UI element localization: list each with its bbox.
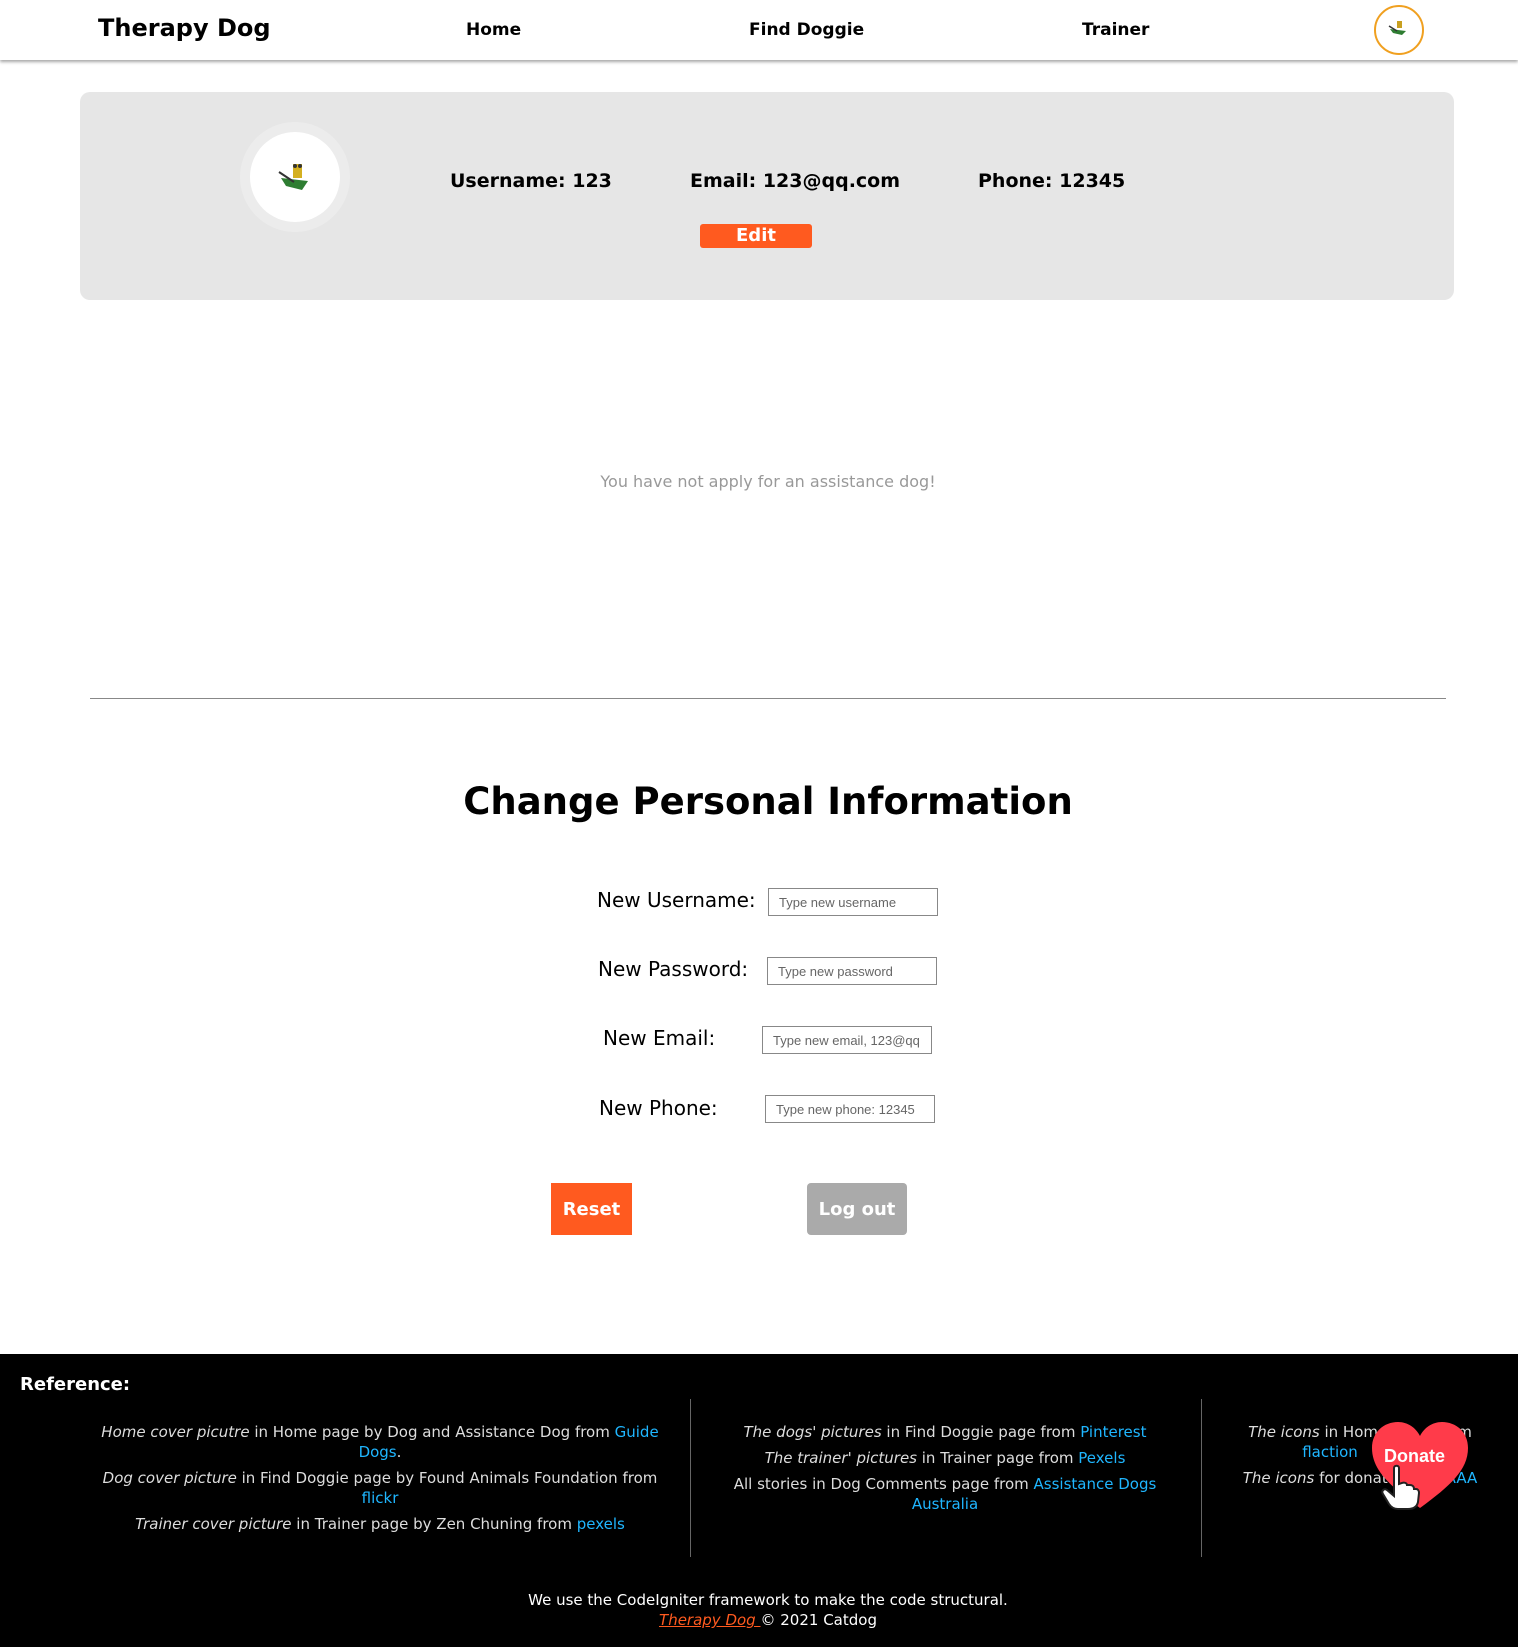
reference-text: in Find Doggie page from <box>881 1423 1081 1441</box>
reference-italic: Home cover picutre <box>101 1423 250 1441</box>
logout-button[interactable]: Log out <box>807 1183 907 1235</box>
footer: Reference: Home cover picutre in Home pa… <box>0 1354 1518 1647</box>
flickr-link[interactable]: flickr <box>362 1489 399 1507</box>
new-username-label: New Username: <box>597 888 756 912</box>
reference-text: in Home page by Dog and Assistance Dog f… <box>249 1423 615 1441</box>
profile-username: Username: 123 <box>450 170 612 192</box>
footer-column-divider <box>1201 1399 1202 1557</box>
flaction-link[interactable]: flaction <box>1302 1443 1358 1461</box>
reference-item: The dogs' pictures in Find Doggie page f… <box>730 1422 1160 1442</box>
reference-italic: Trainer cover picture <box>135 1515 292 1533</box>
top-navbar: Therapy Dog Home Find Doggie Trainer <box>0 0 1518 60</box>
reference-text: in Trainer page from <box>917 1449 1079 1467</box>
user-avatar-button[interactable] <box>1374 5 1424 55</box>
reference-text: in Trainer page by Zen Chuning from <box>291 1515 577 1533</box>
reference-italic: Dog cover picture <box>102 1469 237 1487</box>
change-info-title: Change Personal Information <box>463 780 1073 823</box>
nav-find-doggie-link[interactable]: Find Doggie <box>749 20 864 40</box>
reference-item: Trainer cover picture in Trainer page by… <box>100 1514 660 1534</box>
new-password-label: New Password: <box>598 957 749 981</box>
reference-italic: The dogs' pictures <box>743 1423 882 1441</box>
profile-avatar-icon <box>278 164 308 190</box>
application-status-message: You have not apply for an assistance dog… <box>600 472 936 491</box>
profile-summary-card: Username: 123 Email: 123@qq.com Phone: 1… <box>80 92 1454 300</box>
donate-button[interactable]: Donate <box>1370 1420 1470 1515</box>
profile-avatar <box>240 122 350 232</box>
reference-column-2: The dogs' pictures in Find Doggie page f… <box>730 1422 1160 1520</box>
reference-italic: The trainer' pictures <box>764 1449 917 1467</box>
nav-home-link[interactable]: Home <box>466 20 521 40</box>
pexels-trainer-link[interactable]: Pexels <box>1078 1449 1125 1467</box>
profile-email: Email: 123@qq.com <box>690 170 901 192</box>
reference-item: Home cover picutre in Home page by Dog a… <box>100 1422 660 1462</box>
section-divider <box>90 698 1446 699</box>
footer-column-divider <box>690 1399 691 1557</box>
copyright: Therapy Dog © 2021 Catdog <box>0 1610 1518 1630</box>
footer-bottom: We use the CodeIgniter framework to make… <box>0 1590 1518 1630</box>
new-username-input[interactable] <box>768 888 938 916</box>
brand-logo-text[interactable]: Therapy Dog <box>98 14 271 42</box>
new-email-input[interactable] <box>762 1026 932 1054</box>
user-avatar-icon <box>1388 21 1406 35</box>
reference-column-1: Home cover picutre in Home page by Dog a… <box>100 1422 660 1540</box>
copyright-text: © 2021 Catdog <box>760 1611 877 1629</box>
framework-note: We use the CodeIgniter framework to make… <box>528 1591 1008 1609</box>
reference-text: All stories in Dog Comments page from <box>733 1475 1034 1493</box>
profile-phone: Phone: 12345 <box>978 170 1126 192</box>
copyright-link[interactable]: Therapy Dog <box>659 1611 760 1629</box>
pinterest-link[interactable]: Pinterest <box>1080 1423 1146 1441</box>
new-phone-label: New Phone: <box>599 1096 718 1120</box>
profile-avatar-inner <box>250 132 340 222</box>
reference-item: The trainer' pictures in Trainer page fr… <box>730 1448 1160 1468</box>
nav-trainer-link[interactable]: Trainer <box>1082 20 1149 40</box>
reference-item: Dog cover picture in Find Doggie page by… <box>100 1468 660 1508</box>
reference-text: in Find Doggie page by Found Animals Fou… <box>236 1469 658 1487</box>
edit-button[interactable]: Edit <box>700 224 812 248</box>
reset-button[interactable]: Reset <box>551 1183 632 1235</box>
reference-title: Reference: <box>20 1374 131 1395</box>
new-email-label: New Email: <box>603 1026 716 1050</box>
pexels-link[interactable]: pexels <box>577 1515 625 1533</box>
new-password-input[interactable] <box>767 957 937 985</box>
new-phone-input[interactable] <box>765 1095 935 1123</box>
pointing-hand-icon <box>1381 1464 1420 1510</box>
reference-italic: The icons <box>1242 1469 1315 1487</box>
reference-item: All stories in Dog Comments page from As… <box>730 1474 1160 1514</box>
reference-italic: The icons <box>1248 1423 1320 1441</box>
reference-text: . <box>396 1443 402 1461</box>
